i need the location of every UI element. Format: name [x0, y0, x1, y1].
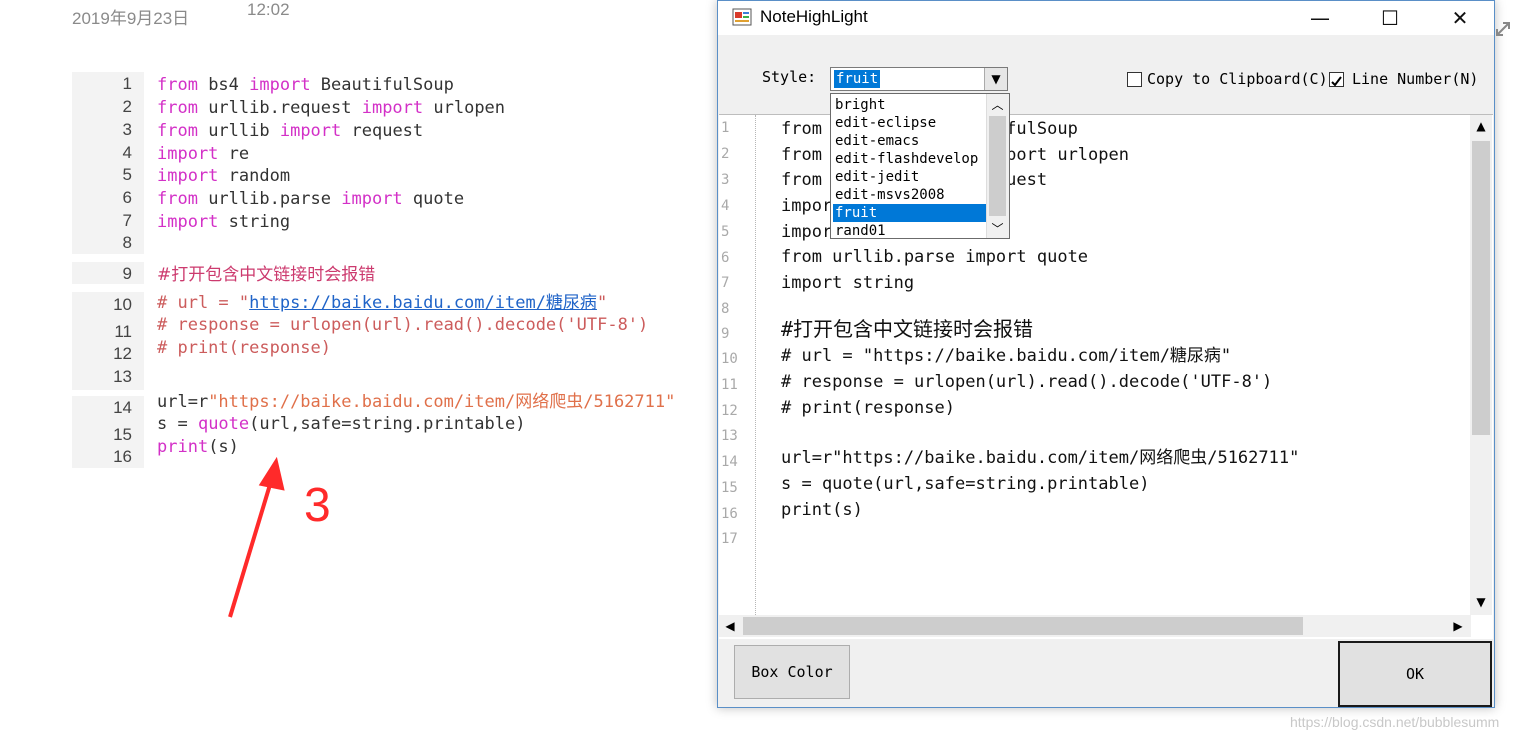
dropdown-scroll-thumb[interactable] [989, 116, 1006, 216]
app-icon [732, 8, 752, 26]
gutter-line-number: 13 [721, 428, 738, 444]
close-button[interactable]: ✕ [1425, 1, 1495, 35]
check-icon [1331, 76, 1342, 87]
gutter-line-number: 7 [721, 275, 730, 291]
style-option[interactable]: edit-emacs [833, 132, 987, 150]
minimize-button[interactable]: — [1285, 1, 1355, 35]
chevron-up-icon[interactable]: ︿ [987, 94, 1008, 114]
preview-code-line: import string [781, 273, 915, 293]
dialog-title: NoteHighLight [760, 7, 868, 26]
horizontal-scroll-thumb[interactable] [743, 617, 1303, 635]
gutter-line-number: 8 [721, 301, 730, 317]
copy-to-clipboard-label: Copy to Clipboard(C) [1147, 70, 1328, 88]
style-option[interactable]: edit-flashdevelop [833, 150, 987, 168]
gutter-line-number: 5 [721, 224, 730, 240]
preview-gutter: 1 2 3 4 5 6 7 8 9 10 11 12 13 14 15 16 1… [719, 115, 756, 615]
maximize-button[interactable]: ☐ [1355, 1, 1425, 35]
watermark: https://blog.csdn.net/bubblesumm [1290, 714, 1500, 730]
style-label: Style: [762, 68, 817, 86]
chevron-down-icon[interactable]: ﹀ [987, 218, 1008, 238]
preview-code-line: s = quote(url,safe=string.printable) [781, 474, 1150, 494]
style-dropdown-value: fruit [834, 70, 881, 88]
gutter-line-number: 10 [721, 351, 738, 367]
style-option[interactable]: bright [833, 96, 987, 114]
horizontal-scrollbar[interactable]: ◀ ▶ [719, 615, 1471, 637]
scroll-up-icon[interactable]: ▲ [1470, 115, 1492, 137]
box-color-button[interactable]: Box Color [734, 645, 850, 699]
line-number-checkbox[interactable] [1329, 72, 1344, 87]
chevron-down-icon[interactable]: ▼ [984, 68, 1007, 90]
preview-code-line: from urllib.parse import quote [781, 247, 1089, 267]
vertical-scroll-thumb[interactable] [1472, 141, 1490, 435]
copy-to-clipboard-checkbox[interactable] [1127, 72, 1142, 87]
gutter-line-number: 17 [721, 531, 738, 547]
preview-code-line: url=r"https://baike.baidu.com/item/网络爬虫/… [781, 448, 1300, 468]
style-option[interactable]: rand01 [833, 222, 987, 238]
resize-icon[interactable] [1494, 20, 1512, 38]
style-option[interactable]: edit-jedit [833, 168, 987, 186]
arrow-3 [228, 477, 274, 618]
notehighlight-dialog: NoteHighLight — ☐ ✕ Style: fruit ▼ Copy … [717, 0, 1495, 708]
preview-code-line: # response = urlopen(url).read().decode(… [781, 372, 1273, 392]
title-bar[interactable]: NoteHighLight — ☐ ✕ [718, 1, 1494, 35]
gutter-line-number: 9 [721, 326, 730, 342]
gutter-line-number: 3 [721, 172, 730, 188]
annotation-number-3: 3 [304, 479, 331, 532]
scroll-left-icon[interactable]: ◀ [719, 615, 741, 637]
line-number-label: Line Number(N) [1352, 70, 1479, 88]
style-option[interactable]: edit-msvs2008 [833, 186, 987, 204]
style-dropdown[interactable]: fruit ▼ [830, 67, 1008, 91]
gutter-line-number: 14 [721, 454, 738, 470]
preview-code-line: # print(response) [781, 398, 955, 418]
scroll-down-icon[interactable]: ▼ [1470, 591, 1492, 613]
ok-button[interactable]: OK [1338, 641, 1492, 707]
gutter-line-number: 6 [721, 250, 730, 266]
scroll-right-icon[interactable]: ▶ [1447, 615, 1469, 637]
gutter-line-number: 12 [721, 403, 738, 419]
gutter-line-number: 16 [721, 506, 738, 522]
dropdown-scrollbar[interactable]: ︿ ﹀ [986, 94, 1009, 238]
preview-code-line: print(s) [781, 500, 863, 520]
gutter-line-number: 2 [721, 146, 730, 162]
preview-code-line: # url = "https://baike.baidu.com/item/糖尿… [781, 346, 1232, 366]
style-option-selected[interactable]: fruit [833, 204, 987, 222]
vertical-scrollbar[interactable]: ▲ ▼ [1470, 115, 1492, 615]
gutter-line-number: 4 [721, 198, 730, 214]
gutter-line-number: 11 [721, 377, 738, 393]
style-option[interactable]: edit-eclipse [833, 114, 987, 132]
preview-code-line: #打开包含中文链接时会报错 [781, 317, 1034, 341]
style-dropdown-list[interactable]: bright edit-eclipse edit-emacs edit-flas… [830, 93, 1010, 239]
arrow-3-head [258, 456, 285, 491]
gutter-line-number: 1 [721, 120, 730, 136]
gutter-line-number: 15 [721, 480, 738, 496]
